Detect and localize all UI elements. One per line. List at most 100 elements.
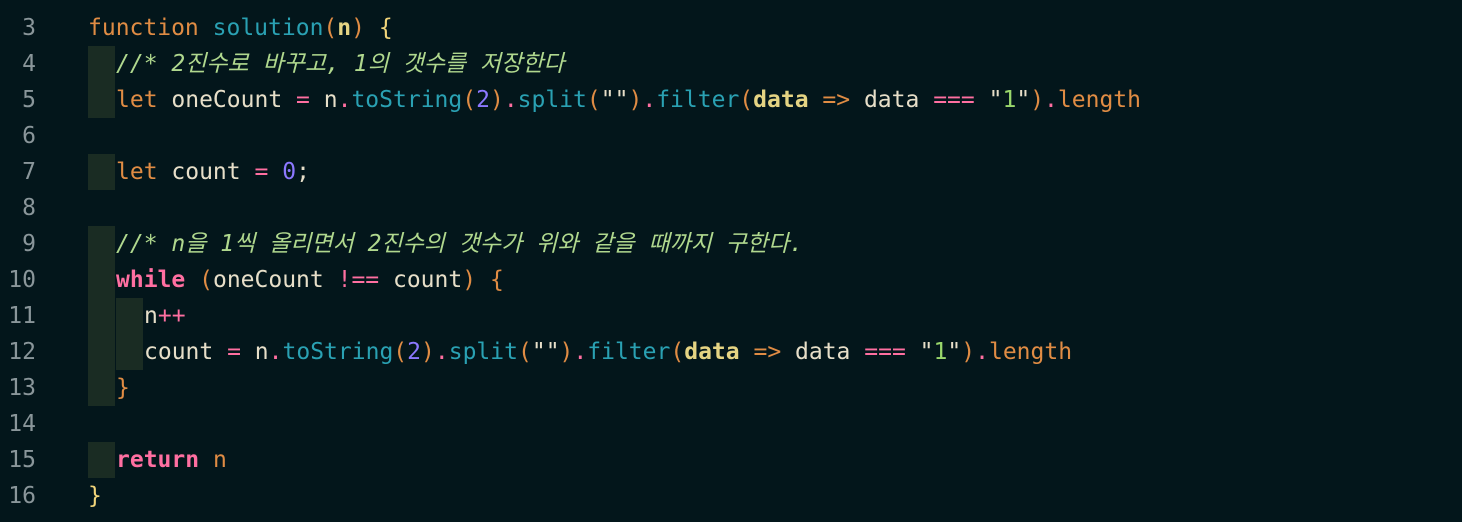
line-number: 5 xyxy=(22,87,36,113)
indent-guide xyxy=(88,154,115,190)
code-token: 2 xyxy=(407,339,422,365)
code-token: ( xyxy=(323,15,338,41)
code-text[interactable]: return n xyxy=(116,442,227,478)
line-number: 13 xyxy=(8,375,36,401)
code-token: length xyxy=(988,339,1073,365)
code-line-9[interactable]: 9 //* n을 1씩 올리면서 2진수의 갯수가 위와 같을 때까지 구한다. xyxy=(0,226,1462,262)
code-line-12[interactable]: 12 count = n.toString(2).split("").filte… xyxy=(0,334,1462,370)
code-token: . xyxy=(642,87,657,113)
indent-guide xyxy=(88,226,115,262)
code-token: ) xyxy=(559,339,574,365)
code-line-3[interactable]: 3 function solution(n) { xyxy=(0,10,1462,46)
code-line-15[interactable]: 15 return n xyxy=(0,442,1462,478)
code-text[interactable]: while (oneCount !== count) { xyxy=(116,262,504,298)
code-token: = xyxy=(227,339,241,365)
code-line-5[interactable]: 5 let oneCount = n.toString(2).split("")… xyxy=(0,82,1462,118)
code-token: " xyxy=(919,339,934,365)
code-token: while xyxy=(116,267,186,293)
line-number: 3 xyxy=(22,15,36,41)
code-line-16[interactable]: 16 } xyxy=(0,478,1462,514)
code-token: count xyxy=(144,339,228,365)
code-text[interactable]: let count = 0; xyxy=(116,154,310,190)
code-token: //* 2진수로 바꾸고, 1의 갯수를 저장한다 xyxy=(116,51,565,77)
code-token: === xyxy=(933,87,975,113)
code-token: . xyxy=(434,339,449,365)
code-token: oneCount xyxy=(212,267,338,293)
code-token: 2 xyxy=(476,87,490,113)
code-token: ( xyxy=(517,339,532,365)
code-token: oneCount xyxy=(157,87,297,113)
code-token: ; xyxy=(296,159,310,185)
code-token: " xyxy=(988,87,1003,113)
code-token: . xyxy=(268,339,283,365)
code-token: " xyxy=(1016,87,1031,113)
code-token: ( xyxy=(462,87,477,113)
code-text[interactable]: count = n.toString(2).split("").filter(d… xyxy=(144,334,1072,370)
code-editor[interactable]: 3 function solution(n) { 4 //* 2진수로 바꾸고,… xyxy=(0,0,1462,522)
code-token: //* n을 1씩 올리면서 2진수의 갯수가 위와 같을 때까지 구한다. xyxy=(116,231,804,257)
indent-guide xyxy=(88,334,115,370)
code-token: return xyxy=(116,447,200,473)
code-token: ) xyxy=(421,339,435,365)
code-token: solution xyxy=(212,15,324,41)
line-number: 16 xyxy=(8,483,36,509)
code-token: ) xyxy=(1030,87,1045,113)
code-token: ++ xyxy=(157,303,186,329)
code-token: "" xyxy=(600,87,629,113)
code-line-10[interactable]: 10 while (oneCount !== count) { xyxy=(0,262,1462,298)
code-token: ) xyxy=(351,15,365,41)
code-token: . xyxy=(1044,87,1058,113)
code-line-6[interactable]: 6 xyxy=(0,118,1462,154)
code-token: . xyxy=(975,339,989,365)
code-text[interactable]: n++ xyxy=(144,298,186,334)
code-token: } xyxy=(116,375,130,401)
code-text[interactable]: let oneCount = n.toString(2).split("").f… xyxy=(116,82,1141,118)
code-token: } xyxy=(88,483,102,509)
indent-guide xyxy=(116,298,143,334)
code-token: 1 xyxy=(933,339,948,365)
code-line-7[interactable]: 7 let count = 0; xyxy=(0,154,1462,190)
code-token: n xyxy=(199,447,227,473)
code-token: === xyxy=(864,339,906,365)
line-number: 7 xyxy=(22,159,36,185)
indent-guide xyxy=(88,262,115,298)
code-token: split xyxy=(448,339,518,365)
line-number: 12 xyxy=(8,339,36,365)
code-token: function xyxy=(88,15,199,41)
code-token: . xyxy=(503,87,518,113)
code-text[interactable]: //* n을 1씩 올리면서 2진수의 갯수가 위와 같을 때까지 구한다. xyxy=(116,226,803,262)
code-line-14[interactable]: 14 xyxy=(0,406,1462,442)
code-line-11[interactable]: 11 n++ xyxy=(0,298,1462,334)
code-text[interactable]: //* 2진수로 바꾸고, 1의 갯수를 저장한다 xyxy=(116,46,565,82)
code-line-13[interactable]: 13 } xyxy=(0,370,1462,406)
code-token: n xyxy=(240,339,269,365)
indent-guide xyxy=(88,370,115,406)
code-token: let xyxy=(116,87,158,113)
code-token: ) xyxy=(961,339,976,365)
indent-guide xyxy=(116,334,143,370)
code-token: let xyxy=(116,159,158,185)
code-text[interactable]: } xyxy=(116,370,130,406)
code-token: "" xyxy=(531,339,560,365)
indent-guide xyxy=(88,82,115,118)
code-token: => xyxy=(822,87,851,113)
code-text[interactable]: function solution(n) { xyxy=(88,10,393,46)
code-token: = xyxy=(254,159,269,185)
code-token: . xyxy=(337,87,352,113)
code-token: toString xyxy=(282,339,394,365)
code-token: ( xyxy=(393,339,408,365)
code-token: length xyxy=(1057,87,1141,113)
code-text[interactable]: } xyxy=(88,478,102,514)
code-token: " xyxy=(947,339,962,365)
line-number: 6 xyxy=(22,123,36,149)
code-line-8[interactable]: 8 xyxy=(0,190,1462,226)
line-number: 10 xyxy=(8,267,36,293)
code-line-4[interactable]: 4 //* 2진수로 바꾸고, 1의 갯수를 저장한다 xyxy=(0,46,1462,82)
